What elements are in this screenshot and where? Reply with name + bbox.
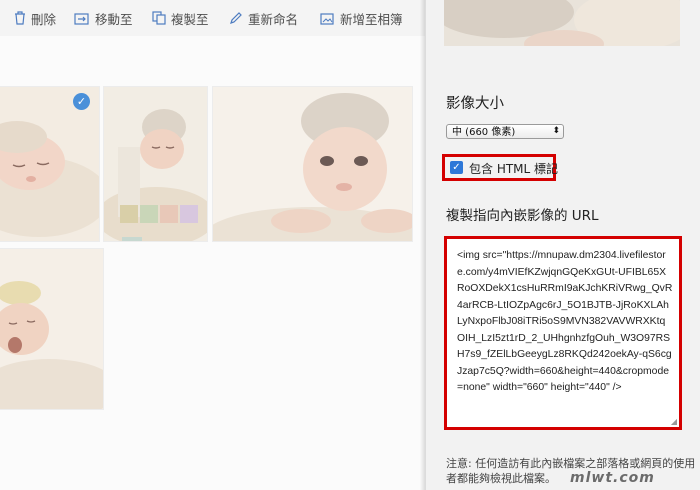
embed-code-textarea[interactable]: <img src="https://mnupaw.dm2304.livefile… xyxy=(444,236,682,430)
photo-thumbnail[interactable] xyxy=(103,86,208,242)
delete-label: 刪除 xyxy=(31,11,57,27)
copy-label: 複製至 xyxy=(171,11,209,27)
album-icon xyxy=(320,12,334,25)
photo-grid: ✓ xyxy=(0,36,425,490)
embed-panel: 影像大小 中 (660 像素) ⬍ ✓ 包含 HTML 標記 複製指向內嵌影像的… xyxy=(426,0,700,490)
embed-url-heading: 複製指向內嵌影像的 URL xyxy=(446,208,599,224)
select-arrows-icon: ⬍ xyxy=(552,126,560,136)
move-label: 移動至 xyxy=(95,11,133,27)
include-html-label: 包含 HTML 標記 xyxy=(469,162,559,176)
delete-button[interactable]: 刪除 xyxy=(14,0,56,36)
copy-icon xyxy=(152,11,166,25)
pencil-icon xyxy=(230,12,242,24)
embed-code-text[interactable]: <img src="https://mnupaw.dm2304.livefile… xyxy=(457,248,673,397)
move-button[interactable]: 移動至 xyxy=(74,0,133,36)
add-to-album-button[interactable]: 新增至相簿 xyxy=(320,0,403,36)
photo-thumbnail[interactable] xyxy=(0,248,104,410)
photo-thumbnail[interactable] xyxy=(212,86,413,242)
add-album-label: 新增至相簿 xyxy=(340,11,403,27)
photo-thumbnail[interactable]: ✓ xyxy=(0,86,100,242)
baby-photo xyxy=(0,87,99,241)
resize-handle-icon[interactable]: ◢ xyxy=(671,417,677,426)
include-html-checkbox[interactable]: ✓ xyxy=(450,161,463,174)
move-icon xyxy=(74,12,89,25)
copy-button[interactable]: 複製至 xyxy=(152,0,209,36)
toolbar: 刪除 移動至 複製至 重新命名 新增至相簿 xyxy=(0,0,425,37)
image-size-value: 中 (660 像素) xyxy=(452,127,516,138)
include-html-option[interactable]: ✓ 包含 HTML 標記 xyxy=(442,154,559,181)
image-size-heading: 影像大小 xyxy=(446,96,504,112)
baby-photo xyxy=(104,87,207,241)
baby-photo xyxy=(213,87,412,241)
photo-browser: 刪除 移動至 複製至 重新命名 新增至相簿 ✓ xyxy=(0,0,425,490)
selected-check-icon[interactable]: ✓ xyxy=(73,93,90,110)
image-size-select[interactable]: 中 (660 像素) ⬍ xyxy=(446,124,564,139)
baby-photo xyxy=(0,249,103,409)
rename-button[interactable]: 重新命名 xyxy=(229,0,298,36)
watermark: mlwt.com xyxy=(570,470,655,486)
rename-label: 重新命名 xyxy=(248,11,299,27)
selected-photo-preview xyxy=(444,0,680,46)
baby-photo xyxy=(444,0,680,46)
trash-icon xyxy=(15,11,25,25)
